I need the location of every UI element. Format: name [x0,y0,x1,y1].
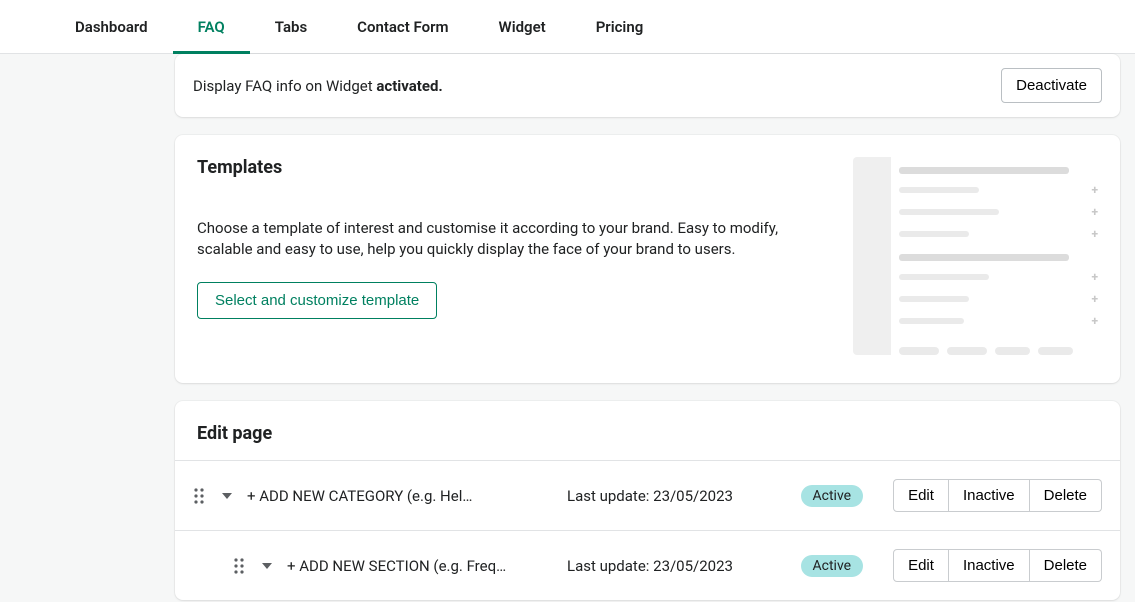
collapse-toggle-icon[interactable] [221,490,233,502]
template-preview: + + + + + + [853,157,1098,355]
tab-faq[interactable]: FAQ [173,0,250,53]
top-tabbar: Dashboard FAQ Tabs Contact Form Widget P… [0,0,1135,54]
tab-pricing[interactable]: Pricing [571,0,669,53]
status-badge: Active [801,555,864,577]
row-actions: Edit Inactive Delete [893,479,1102,512]
collapse-toggle-icon[interactable] [261,560,273,572]
row-actions: Edit Inactive Delete [893,549,1102,582]
drag-handle-icon[interactable] [233,557,245,575]
inactive-button[interactable]: Inactive [949,549,1030,582]
select-template-button[interactable]: Select and customize template [197,282,437,319]
row-title[interactable]: + ADD NEW CATEGORY (e.g. Hel… [247,487,567,505]
activation-state: activated. [376,77,442,95]
row-last-update: Last update: 23/05/2023 [567,557,801,575]
inactive-button[interactable]: Inactive [949,479,1030,512]
delete-button[interactable]: Delete [1030,479,1102,512]
row-title[interactable]: + ADD NEW SECTION (e.g. Freq… [287,557,567,575]
delete-button[interactable]: Delete [1030,549,1102,582]
templates-card: Templates Choose a template of interest … [175,135,1120,383]
edit-button[interactable]: Edit [893,549,949,582]
tab-widget[interactable]: Widget [474,0,571,53]
activation-card: Display FAQ info on Widget activated. De… [175,54,1120,117]
tab-contact-form[interactable]: Contact Form [332,0,473,53]
row-last-update: Last update: 23/05/2023 [567,487,801,505]
tab-dashboard[interactable]: Dashboard [50,0,173,53]
drag-handle-icon[interactable] [193,487,205,505]
templates-heading: Templates [197,157,797,178]
section-row: + ADD NEW SECTION (e.g. Freq… Last updat… [175,530,1120,600]
edit-page-card: Edit page + ADD NEW CATEGORY (e.g. Hel… … [175,401,1120,600]
activation-text: Display FAQ info on Widget activated. [193,77,443,95]
status-badge: Active [801,485,864,507]
category-row: + ADD NEW CATEGORY (e.g. Hel… Last updat… [175,460,1120,530]
edit-page-heading: Edit page [197,423,1098,444]
activation-prefix: Display FAQ info on Widget [193,77,376,95]
tab-tabs[interactable]: Tabs [250,0,332,53]
deactivate-button[interactable]: Deactivate [1001,68,1102,103]
templates-description: Choose a template of interest and custom… [197,218,797,260]
edit-button[interactable]: Edit [893,479,949,512]
